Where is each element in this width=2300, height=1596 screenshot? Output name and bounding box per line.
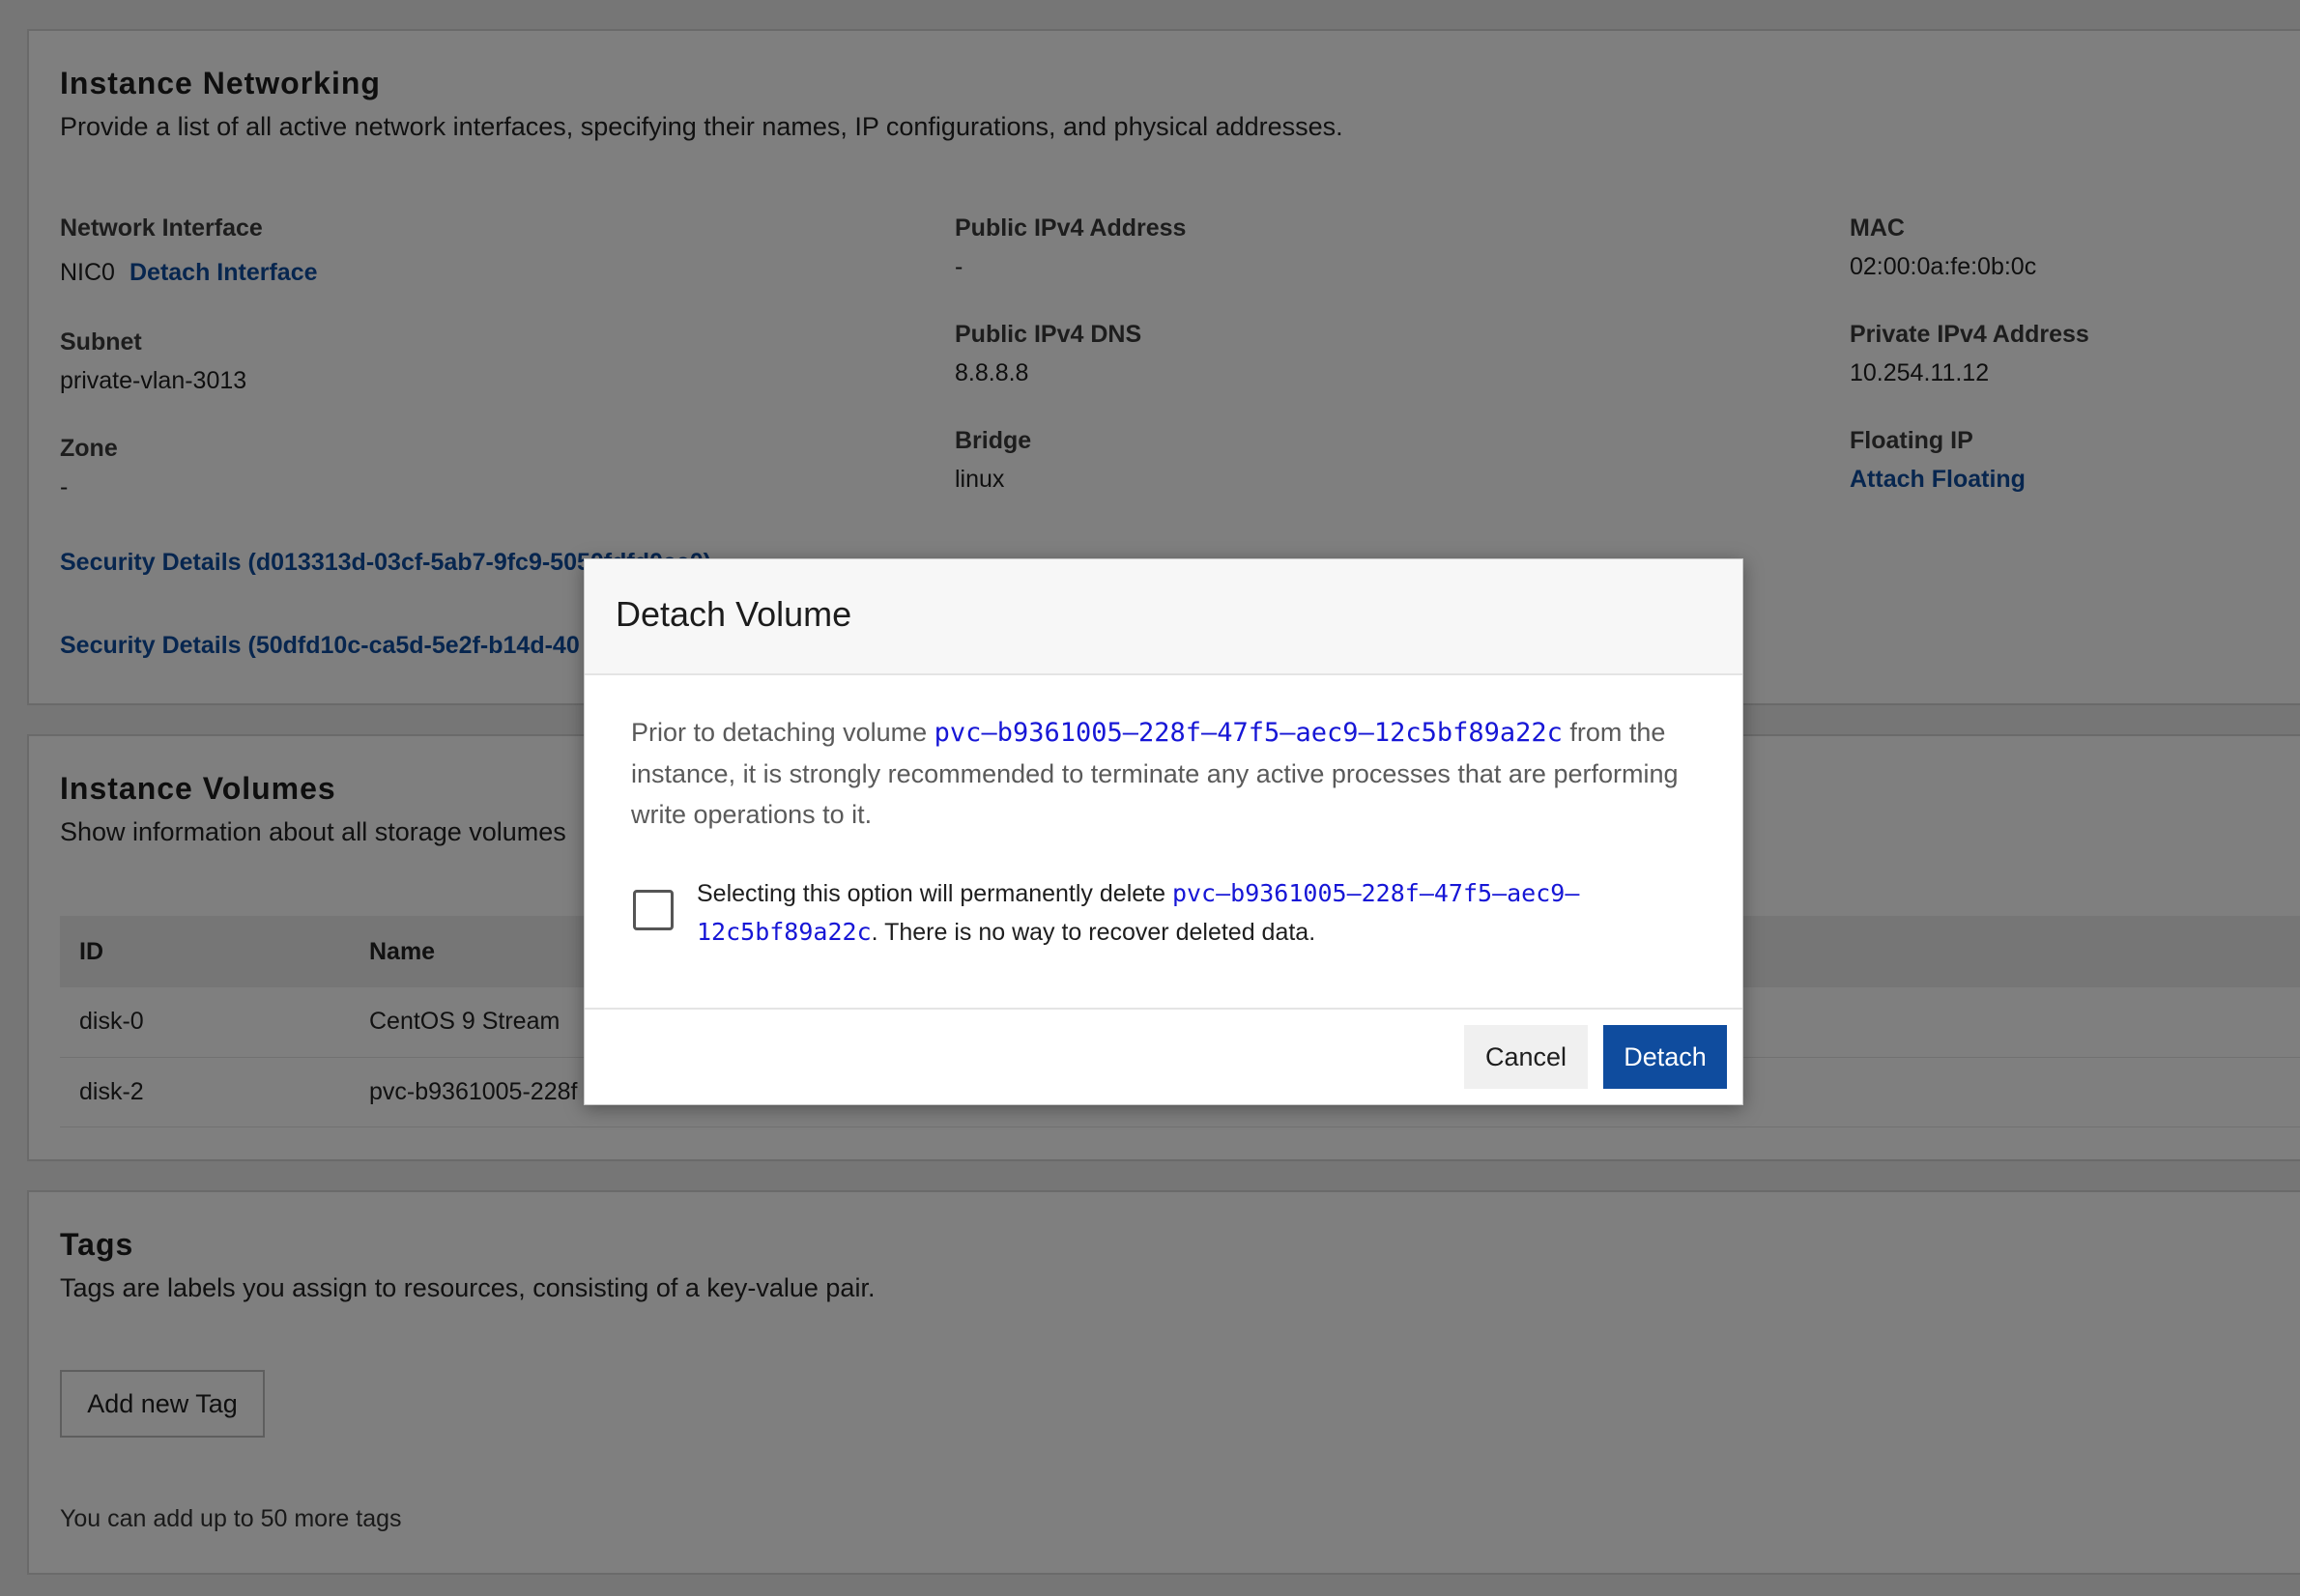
cancel-button[interactable]: Cancel xyxy=(1464,1025,1588,1089)
checkbox-label-suffix: . There is no way to recover deleted dat… xyxy=(871,919,1316,946)
delete-volume-checkbox[interactable] xyxy=(633,890,674,930)
checkbox-label-prefix: Selecting this option will permanently d… xyxy=(697,880,1172,907)
dialog-message-prefix: Prior to detaching volume xyxy=(631,718,934,747)
dialog-header: Detach Volume xyxy=(585,559,1742,675)
detach-button[interactable]: Detach xyxy=(1603,1025,1727,1089)
detach-volume-dialog: Detach Volume Prior to detaching volume … xyxy=(584,558,1743,1105)
dialog-message: Prior to detaching volume pvc–b9361005–2… xyxy=(631,712,1704,835)
delete-volume-checkbox-label[interactable]: Selecting this option will permanently d… xyxy=(697,874,1663,952)
dialog-footer: Cancel Detach xyxy=(585,1008,1742,1106)
dialog-title: Detach Volume xyxy=(616,594,852,634)
volume-id-code: pvc–b9361005–228f–47f5–aec9–12c5bf89a22c xyxy=(934,718,1563,748)
